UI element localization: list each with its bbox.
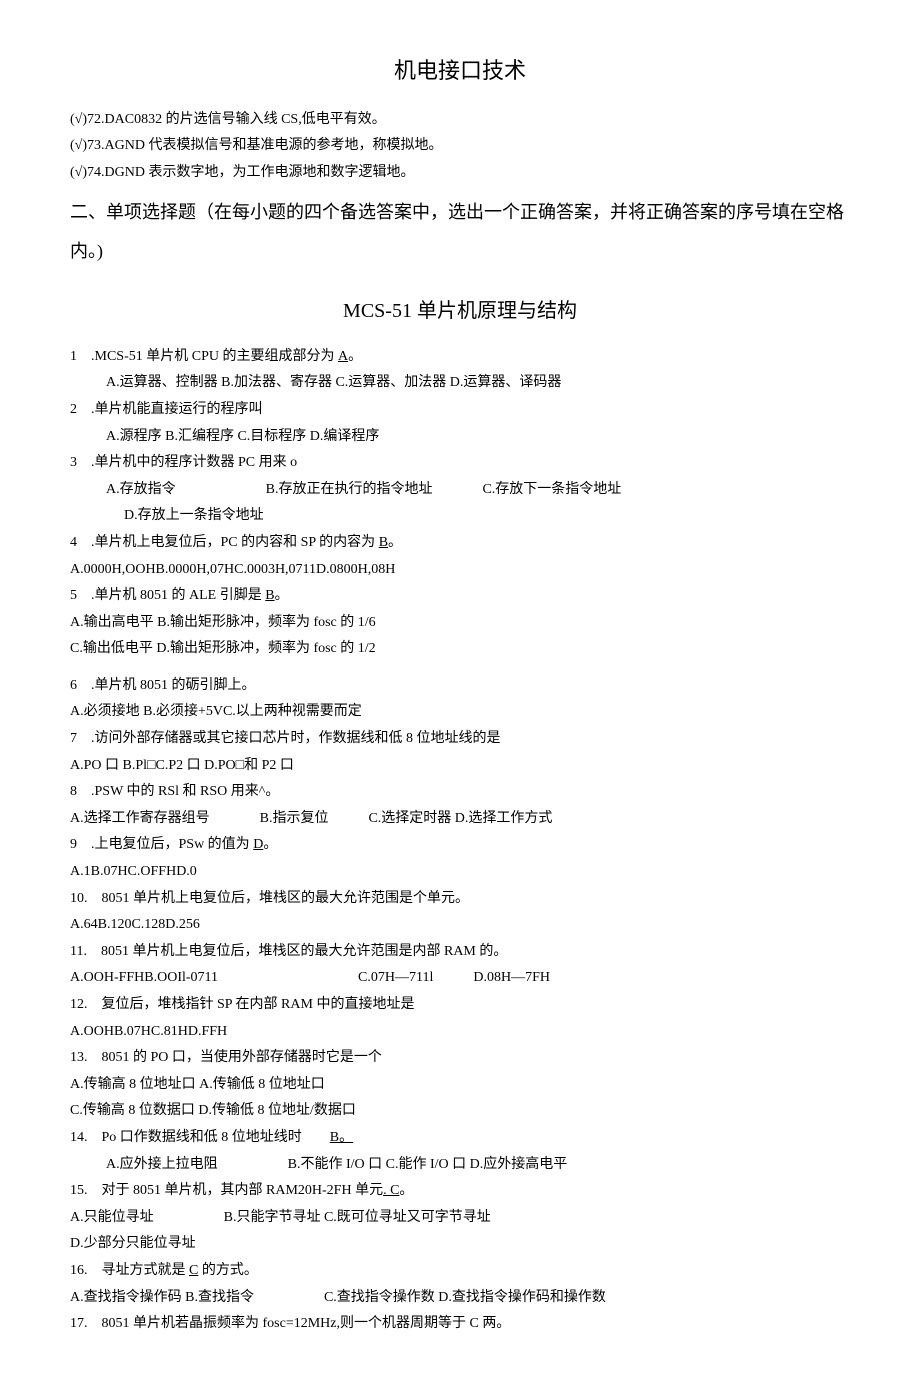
q11-options: A.OOH-FFHB.OOIl-0711 C.07H—711l D.08H—7FH: [70, 965, 850, 992]
q3-opt-c: C.存放下一条指令地址: [482, 482, 621, 497]
q16-answer: C: [189, 1263, 198, 1278]
q16-options: A.查找指令操作码 B.查找指令 C.查找指令操作数 D.查找指令操作码和操作数: [70, 1285, 850, 1312]
q17-stem: 17. 8051 单片机若晶振频率为 fosc=12MHz,则一个机器周期等于 …: [70, 1311, 850, 1338]
q8-opt-c: C.选择定时器 D.选择工作方式: [368, 811, 552, 826]
q14-stem: 14. Po 口作数据线和低 8 位地址线时 B。: [70, 1125, 850, 1152]
section-2-heading: 二、单项选择题（在每小题的四个备选答案中，选出一个正确答案，并将正确答案的序号填…: [70, 193, 850, 272]
q11-opt-c: C.07H—711l: [358, 970, 433, 985]
page-title: 机电接口技术: [70, 50, 850, 92]
q7-stem: 7 .访问外部存储器或其它接口芯片时，作数据线和低 8 位地址线的是: [70, 726, 850, 753]
q5-stem-b: 。: [275, 588, 289, 603]
q8-options: A.选择工作寄存器组号 B.指示复位 C.选择定时器 D.选择工作方式: [70, 806, 850, 833]
q12-options: A.OOHB.07HC.81HD.FFH: [70, 1019, 850, 1046]
q9-stem-b: 。: [263, 837, 277, 852]
q9-stem-a: 9 .上电复位后，PSw 的值为: [70, 837, 253, 852]
q1-options: A.运算器、控制器 B.加法器、寄存器 C.运算器、加法器 D.运算器、译码器: [70, 370, 850, 397]
q4-options: A.0000H,OOHB.0000H,07HC.0003H,0711D.0800…: [70, 557, 850, 584]
q13-line1: A.传输高 8 位地址口 A.传输低 8 位地址口: [70, 1072, 850, 1099]
q1-answer: A: [338, 349, 348, 364]
q9-stem: 9 .上电复位后，PSw 的值为 D。: [70, 832, 850, 859]
q2-options: A.源程序 B.汇编程序 C.目标程序 D.编译程序: [70, 424, 850, 451]
q3-opt-b: B.存放正在执行的指令地址: [266, 482, 433, 497]
q6-stem: 6 .单片机 8051 的砺引脚上。: [70, 673, 850, 700]
q9-answer: D: [253, 837, 263, 852]
tf-73: (√)73.AGND 代表模拟信号和基准电源的参考地，称模拟地。: [70, 133, 850, 160]
q15-answer: . C: [383, 1183, 399, 1198]
q15-opt-d: D.少部分只能位寻址: [70, 1231, 850, 1258]
q1-stem: 1 .MCS-51 单片机 CPU 的主要组成部分为 A。: [70, 344, 850, 371]
q2-stem: 2 .单片机能直接运行的程序叫: [70, 397, 850, 424]
q12-stem: 12. 复位后，堆栈指针 SP 在内部 RAM 中的直接地址是: [70, 992, 850, 1019]
q16-stem-b: 的方式。: [198, 1263, 258, 1278]
q15-stem-b: 。: [399, 1183, 413, 1198]
tf-72: (√)72.DAC0832 的片选信号输入线 CS,低电平有效。: [70, 107, 850, 134]
q1-stem-a: 1 .MCS-51 单片机 CPU 的主要组成部分为: [70, 349, 338, 364]
q14-answer: B。: [330, 1130, 353, 1145]
q16-opt-a: A.查找指令操作码 B.查找指令: [70, 1290, 254, 1305]
q11-opt-d: D.08H—7FH: [473, 970, 550, 985]
q15-stem-a: 15. 对于 8051 单片机，其内部 RAM20H-2FH 单元: [70, 1183, 383, 1198]
q16-stem: 16. 寻址方式就是 C 的方式。: [70, 1258, 850, 1285]
q3-opt-d: D.存放上一条指令地址: [70, 503, 850, 530]
q5-answer: B: [265, 588, 274, 603]
q8-stem: 8 .PSW 中的 RSl 和 RSO 用来^。: [70, 779, 850, 806]
q3-opt-a: A.存放指令: [106, 482, 176, 497]
q4-stem-a: 4 .单片机上电复位后，PC 的内容和 SP 的内容为: [70, 535, 379, 550]
q13-line2: C.传输高 8 位数据口 D.传输低 8 位地址/数据口: [70, 1098, 850, 1125]
q11-opt-a: A.OOH-FFHB.OOIl-0711: [70, 970, 218, 985]
q15-options-line1: A.只能位寻址 B.只能字节寻址 C.既可位寻址又可字节寻址: [70, 1205, 850, 1232]
q4-stem: 4 .单片机上电复位后，PC 的内容和 SP 的内容为 B。: [70, 530, 850, 557]
q4-stem-b: 。: [388, 535, 402, 550]
q8-opt-a: A.选择工作寄存器组号: [70, 811, 210, 826]
q5-stem: 5 .单片机 8051 的 ALE 引脚是 B。: [70, 583, 850, 610]
tf-74: (√)74.DGND 表示数字地，为工作电源地和数字逻辑地。: [70, 160, 850, 187]
q13-stem: 13. 8051 的 PO 口，当使用外部存储器时它是一个: [70, 1045, 850, 1072]
q16-stem-a: 16. 寻址方式就是: [70, 1263, 189, 1278]
q16-opt-c: C.查找指令操作数 D.查找指令操作码和操作数: [324, 1290, 606, 1305]
q5-line2: C.输出低电平 D.输出矩形脉冲，频率为 fosc 的 1/2: [70, 636, 850, 663]
q15-opt-a: A.只能位寻址: [70, 1210, 154, 1225]
q6-options: A.必须接地 B.必须接+5VC.以上两种视需要而定: [70, 699, 850, 726]
q5-line1: A.输出高电平 B.输出矩形脉冲，频率为 fosc 的 1/6: [70, 610, 850, 637]
q14-opt-a: A.应外接上拉电阻: [106, 1157, 218, 1172]
q15-opt-b: B.只能字节寻址 C.既可位寻址又可字节寻址: [224, 1210, 491, 1225]
q1-stem-b: 。: [348, 349, 362, 364]
subsection-title: MCS-51 单片机原理与结构: [70, 292, 850, 330]
q10-options: A.64B.120C.128D.256: [70, 912, 850, 939]
q14-options: A.应外接上拉电阻 B.不能作 I/O 口 C.能作 I/O 口 D.应外接高电平: [70, 1152, 850, 1179]
q14-stem-a: 14. Po 口作数据线和低 8 位地址线时: [70, 1130, 330, 1145]
q3-stem: 3 .单片机中的程序计数器 PC 用来 o: [70, 450, 850, 477]
q8-opt-b: B.指示复位: [260, 811, 329, 826]
q4-answer: B: [379, 535, 388, 550]
q14-opt-b: B.不能作 I/O 口 C.能作 I/O 口 D.应外接高电平: [288, 1157, 568, 1172]
q9-options: A.1B.07HC.OFFHD.0: [70, 859, 850, 886]
q3-options-line1: A.存放指令 B.存放正在执行的指令地址 C.存放下一条指令地址: [70, 477, 850, 504]
q11-stem: 11. 8051 单片机上电复位后，堆栈区的最大允许范围是内部 RAM 的。: [70, 939, 850, 966]
q7-options: A.PO 口 B.Pl□C.P2 口 D.PO□和 P2 口: [70, 753, 850, 780]
q5-stem-a: 5 .单片机 8051 的 ALE 引脚是: [70, 588, 265, 603]
q15-stem: 15. 对于 8051 单片机，其内部 RAM20H-2FH 单元. C。: [70, 1178, 850, 1205]
q10-stem: 10. 8051 单片机上电复位后，堆栈区的最大允许范围是个单元。: [70, 886, 850, 913]
